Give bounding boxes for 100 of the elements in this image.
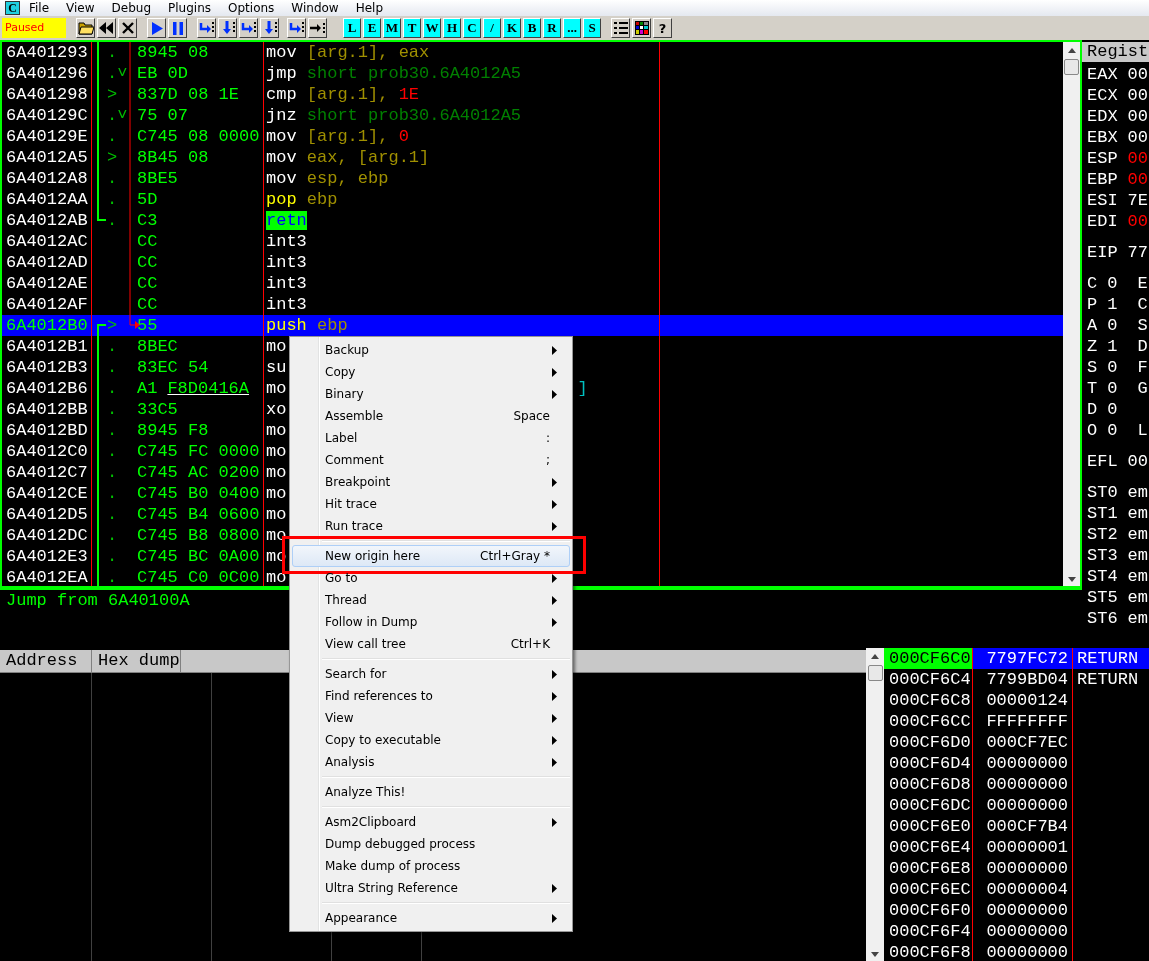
letter-button[interactable]: R [543, 18, 561, 38]
letter-button[interactable]: S [583, 18, 601, 38]
menu-item[interactable]: Analysis [292, 751, 570, 773]
address-cell: 6A4012D5 [2, 504, 92, 525]
stack-value: 00000000 [973, 858, 1073, 879]
letter-button[interactable]: / [483, 18, 501, 38]
menu-item[interactable]: Make dump of process [292, 855, 570, 877]
menu-item[interactable]: Comment ; [292, 449, 570, 471]
segment-name: L [1137, 420, 1148, 441]
column-header[interactable]: Hex dump [92, 650, 181, 672]
address-link[interactable]: F8D0416A [167, 379, 250, 398]
play-icon [150, 21, 163, 35]
letter-button[interactable]: K [503, 18, 521, 38]
step-over-button[interactable] [218, 18, 237, 38]
menu-item[interactable]: Appearance [292, 907, 570, 929]
menu-item[interactable]: Label : [292, 427, 570, 449]
segment-name: F [1137, 357, 1148, 378]
letter-button[interactable]: B [523, 18, 541, 38]
menu-item[interactable]: Dump debugged process [292, 833, 570, 855]
letter-button[interactable]: M [383, 18, 401, 38]
operand: short prob30.6A4012A5 [306, 106, 522, 125]
scroll-thumb[interactable] [867, 665, 883, 681]
execute-till-return-button[interactable] [287, 18, 306, 38]
letter-button[interactable]: T [403, 18, 421, 38]
hex-cell: C3 [137, 211, 158, 230]
colors-button[interactable] [632, 18, 651, 38]
menu-bar-item[interactable]: Help [355, 1, 392, 15]
operand: ] [577, 379, 588, 398]
mnemonic: int3 [266, 232, 307, 251]
menu-bar-item[interactable]: File [29, 1, 58, 15]
menu-item[interactable]: New origin here Ctrl+Gray * [292, 545, 570, 567]
letter-button[interactable]: L [343, 18, 361, 38]
menu-item[interactable]: Backup [292, 339, 570, 361]
hex-cell: EB 0D [137, 64, 188, 83]
letter-button[interactable]: C [463, 18, 481, 38]
menu-item[interactable]: Search for [292, 663, 570, 685]
menu-item[interactable]: Copy [292, 361, 570, 383]
close-button[interactable] [118, 18, 137, 38]
menu-item[interactable]: Find references to [292, 685, 570, 707]
stack-value: 000CF7B4 [973, 816, 1073, 837]
menu-item[interactable]: Run trace [292, 515, 570, 537]
stack-address: 000CF6F8 [884, 942, 973, 961]
open-button[interactable] [76, 18, 95, 38]
scrollbar[interactable] [1063, 42, 1080, 586]
jump-mark: . [107, 421, 118, 440]
help-button[interactable]: ? [653, 18, 672, 38]
stack-value: 00000000 [973, 795, 1073, 816]
step-into-button[interactable] [197, 18, 216, 38]
menu-item[interactable]: Asm2Clipboard [292, 811, 570, 833]
menu-item[interactable]: Go to [292, 567, 570, 589]
list-icon [613, 21, 628, 35]
pause-button[interactable] [168, 18, 187, 38]
mnemonic: jnz [266, 106, 297, 125]
step-arrow-icon [288, 21, 305, 35]
letter-button[interactable]: H [443, 18, 461, 38]
address-cell: 6A4012C0 [2, 441, 92, 462]
letter-button[interactable]: W [423, 18, 441, 38]
jump-mark: > [107, 148, 118, 167]
jump-mark: . [107, 400, 118, 419]
go-to-origin-button[interactable] [308, 18, 327, 38]
menu-bar-item[interactable]: Options [228, 1, 283, 15]
jump-mark: . [107, 526, 118, 545]
jump-mark: . [107, 127, 118, 146]
column-header[interactable]: Address [0, 650, 92, 672]
address-cell: 6A4012B1 [2, 336, 92, 357]
menu-item[interactable]: Assemble Space [292, 405, 570, 427]
run-button[interactable] [147, 18, 166, 38]
menu-item[interactable]: Thread [292, 589, 570, 611]
address-cell: 6A4012DC [2, 525, 92, 546]
menu-bar-item[interactable]: Plugins [168, 1, 220, 15]
register-value: 00 [1127, 106, 1148, 127]
letter-button[interactable]: ... [563, 18, 581, 38]
list-button[interactable] [611, 18, 630, 38]
address-cell: 6A4012BB [2, 399, 92, 420]
hex-cell: C745 B8 0800 [137, 526, 260, 545]
register-value: 0 [1107, 399, 1118, 420]
register-name: ST5 [1087, 587, 1118, 608]
menu-item[interactable]: Follow in Dump [292, 611, 570, 633]
trace-into-button[interactable] [239, 18, 258, 38]
menu-item[interactable]: Analyze This! [292, 781, 570, 803]
scroll-thumb[interactable] [1064, 59, 1079, 75]
menu-item[interactable]: Hit trace [292, 493, 570, 515]
stack-address: 000CF6EC [884, 879, 973, 900]
scrollbar[interactable] [866, 648, 884, 961]
restart-button[interactable] [97, 18, 116, 38]
menu-bar-item[interactable]: Debug [111, 1, 160, 15]
register-value: 0 [1107, 357, 1118, 378]
menu-item[interactable]: Binary [292, 383, 570, 405]
menu-item[interactable]: View call tree Ctrl+K [292, 633, 570, 655]
menu-item[interactable]: Copy to executable [292, 729, 570, 751]
menu-bar-item[interactable]: View [66, 1, 103, 15]
menu-item[interactable]: View [292, 707, 570, 729]
register-name: ESI [1087, 190, 1118, 211]
menu-item[interactable]: Ultra String Reference [292, 877, 570, 899]
letter-button[interactable]: E [363, 18, 381, 38]
trace-over-button[interactable] [260, 18, 279, 38]
mnemonic: mov [266, 148, 297, 167]
register-name: S [1087, 357, 1098, 378]
menu-item[interactable]: Breakpoint [292, 471, 570, 493]
menu-bar-item[interactable]: Window [291, 1, 347, 15]
